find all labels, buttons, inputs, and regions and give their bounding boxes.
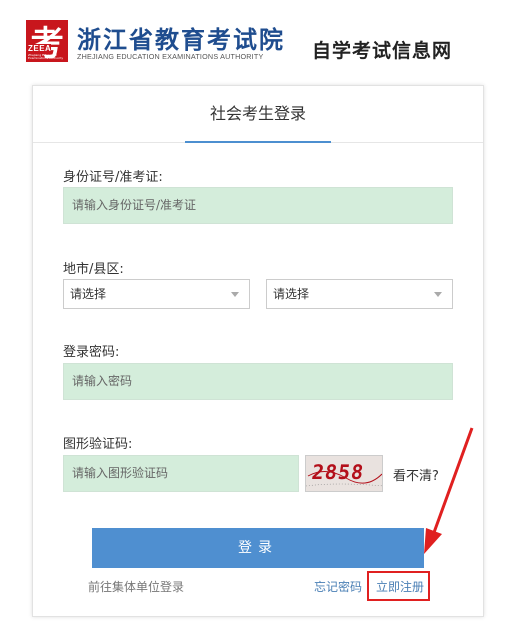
id-label: 身份证号/准考证: <box>63 170 163 185</box>
captcha-label: 图形验证码: <box>63 437 133 452</box>
password-input[interactable]: 请输入密码 <box>63 363 453 400</box>
dropdown-arrow-icon <box>434 292 442 297</box>
captcha-image[interactable]: 2858 <box>305 455 383 492</box>
logo-small-text: Zhejiang Education Examinations Authorit… <box>28 53 64 60</box>
captcha-noise <box>306 471 382 487</box>
region-label: 地市/县区: <box>63 262 124 277</box>
captcha-input[interactable]: 请输入图形验证码 <box>63 455 299 492</box>
login-tabs: 社会考生登录 <box>33 86 483 143</box>
site-name: 自学考试信息网 <box>312 40 453 62</box>
zeea-logo[interactable]: 考 ZEEA Zhejiang Education Examinations A… <box>26 20 68 62</box>
city-select[interactable]: 请选择 <box>63 279 250 309</box>
login-button[interactable]: 登录 <box>92 528 424 568</box>
forgot-password-link[interactable]: 忘记密码 <box>314 578 362 595</box>
logo-abbr: ZEEA <box>28 44 52 53</box>
county-select-value: 请选择 <box>273 287 310 301</box>
org-subtitle: ZHEJIANG EDUCATION EXAMINATIONS AUTHORIT… <box>77 52 264 61</box>
city-select-value: 请选择 <box>70 287 107 301</box>
group-login-link[interactable]: 前往集体单位登录 <box>88 578 184 595</box>
site-header: 考 ZEEA Zhejiang Education Examinations A… <box>0 0 517 80</box>
password-label: 登录密码: <box>63 345 120 360</box>
dropdown-arrow-icon <box>231 292 239 297</box>
county-select[interactable]: 请选择 <box>266 279 453 309</box>
id-input[interactable]: 请输入身份证号/准考证 <box>63 187 453 224</box>
tab-social-candidate-login[interactable]: 社会考生登录 <box>185 86 331 143</box>
org-title: 浙江省教育考试院 <box>77 25 285 54</box>
annotation-arrow-icon <box>424 427 474 554</box>
